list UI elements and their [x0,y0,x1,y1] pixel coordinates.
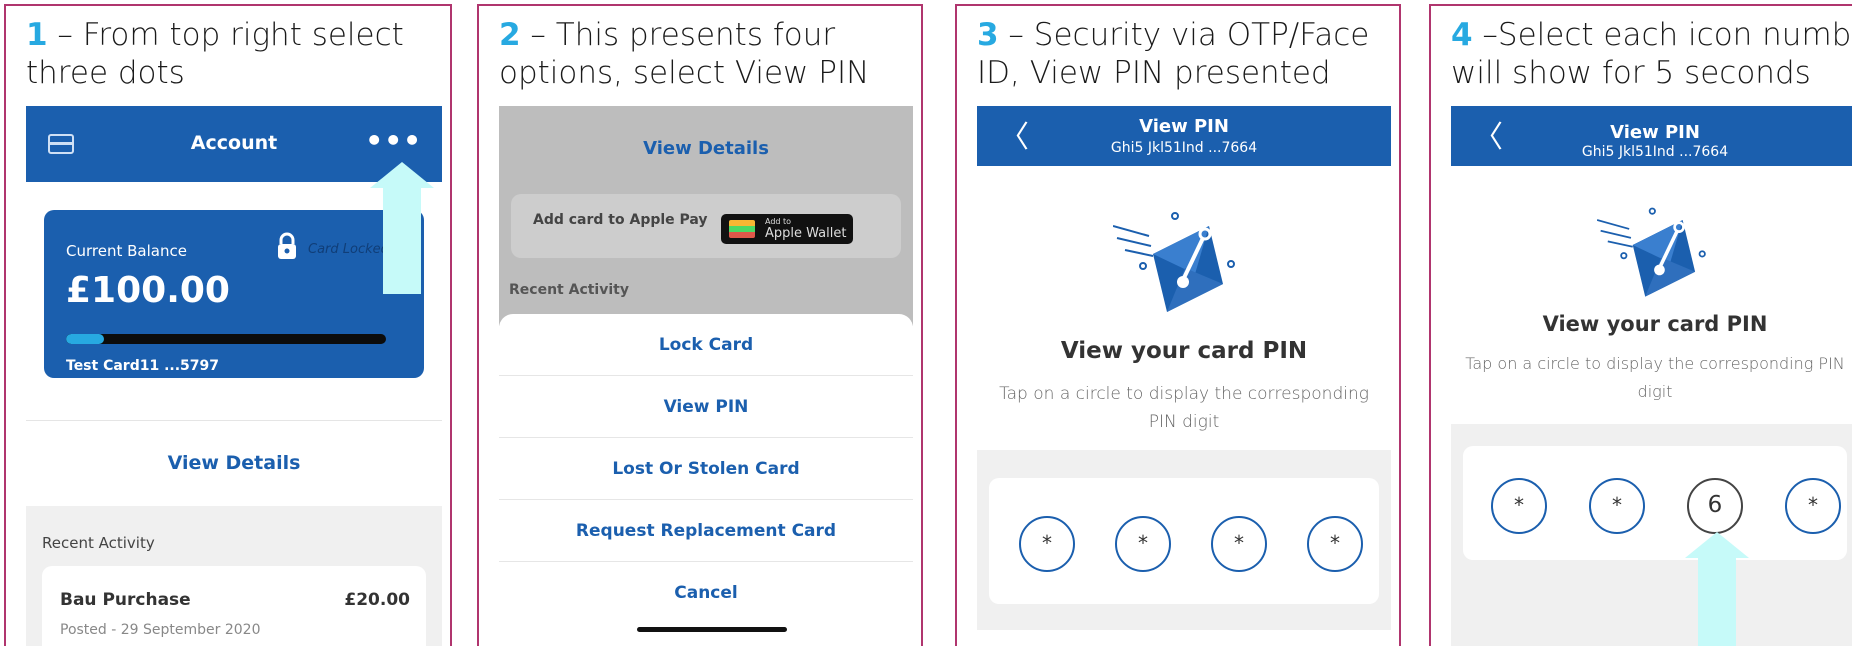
balance-progress-fill [66,334,105,344]
pin-digit-circle-4[interactable]: * [1307,516,1363,572]
step-number: 1 [26,17,48,53]
apple-pay-label: Add card to Apple Pay [533,212,708,228]
pin-digits-box: * * 6 * [1463,446,1847,560]
pin-digit-circle-1[interactable]: * [1019,516,1075,572]
recent-activity-section: Recent Activity Bau Purchase £20.00 Post… [26,506,442,646]
wallet-icon [729,220,755,238]
step-number: 4 [1451,17,1473,53]
pin-digit-circle-1[interactable]: * [1491,478,1547,534]
transaction-name: Bau Purchase [60,590,191,610]
recent-activity-heading: Recent Activity [42,534,155,552]
apple-pay-row: Add card to Apple Pay Add to Apple Walle… [511,194,901,258]
request-replacement-option[interactable]: Request Replacement Card [499,500,913,562]
transaction-posted-date: Posted - 29 September 2020 [60,622,261,638]
recent-activity-heading: Recent Activity [509,282,629,298]
view-pin-description: Tap on a circle to display the correspon… [1465,354,1845,401]
step-text-line1: – From top right select [47,17,404,53]
cancel-option[interactable]: Cancel [499,562,913,624]
balance-amount: £100.00 [66,270,230,311]
lock-card-option[interactable]: Lock Card [499,314,913,376]
view-pin-app-bar: 〈 View PIN Ghi5 Jkl51Ind ...7664 [1451,106,1852,166]
step-panel-1: 1 – From top right select three dots Acc… [4,4,452,646]
view-details-link[interactable]: View Details [26,452,442,474]
step-number: 3 [977,17,999,53]
view-pin-description: Tap on a circle to display the correspon… [999,384,1369,432]
step-panel-3: 3 – Security via OTP/Face ID, View PIN p… [955,4,1401,646]
pin-digit-circle-4[interactable]: * [1785,478,1841,534]
step-panel-2: 2 – This presents four options, select V… [477,4,923,646]
step-text-line2: will show for 5 seconds [1451,55,1811,91]
balance-progress-bar [66,334,386,344]
view-pin-heading: View your card PIN [1060,338,1308,364]
lost-or-stolen-option[interactable]: Lost Or Stolen Card [499,438,913,500]
pin-digit-circle-2[interactable]: * [1589,478,1645,534]
view-pin-title: View PIN [1139,116,1229,137]
step-caption-4: 4 –Select each icon number will show for… [1451,16,1852,92]
view-pin-app-bar: 〈 View PIN Ghi5 Jkl51Ind ...7664 [977,106,1391,166]
action-sheet: Lock Card View PIN Lost Or Stolen Card R… [499,314,913,646]
card-name: Test Card11 ...5797 [66,358,220,374]
card-options-screen: View Details Add card to Apple Pay Add t… [499,106,913,646]
dimmed-background: View Details Add card to Apple Pay Add t… [499,106,913,326]
pin-digit-circle-3[interactable]: * [1211,516,1267,572]
step-panel-4: 4 –Select each icon number will show for… [1429,4,1852,646]
view-pin-card-number: Ghi5 Jkl51Ind ...7664 [1581,144,1729,160]
balance-label: Current Balance [66,242,187,260]
wallet-big-text: Apple Wallet [765,226,847,241]
step-text-line2: options, select View PIN [499,55,870,91]
add-to-apple-wallet-button[interactable]: Add to Apple Wallet [721,214,853,244]
pin-digit-circle-2[interactable]: * [1115,516,1171,572]
view-pin-card-number: Ghi5 Jkl51Ind ...7664 [1110,140,1258,156]
step-text-line2: three dots [26,55,185,91]
view-pin-heading: View your card PIN [1542,312,1768,336]
pin-digits-area: * * * * [977,450,1391,630]
transaction-amount: £20.00 [344,590,410,610]
step-number: 2 [499,17,521,53]
arrow-pointer-up [370,162,434,294]
step-caption-1: 1 – From top right select three dots [26,16,444,92]
pin-digits-box: * * * * [989,478,1379,604]
view-pin-revealed-screen: 〈 View PIN Ghi5 Jkl51Ind ...7664 View yo… [1451,106,1852,646]
transaction-item[interactable]: Bau Purchase £20.00 Posted - 29 Septembe… [42,566,426,646]
view-pin-title: View PIN [1610,122,1700,143]
lock-icon[interactable] [276,232,298,260]
balance-card: Current Balance Card Locked £100.00 Test… [44,210,424,378]
arrow-pointer-up [1685,532,1749,646]
step-caption-3: 3 – Security via OTP/Face ID, View PIN p… [977,16,1393,92]
pin-digits-area: * * 6 * [1451,424,1852,646]
wallet-small-text: Add to [765,217,792,226]
home-indicator [637,627,787,632]
envelope-icon [1597,207,1706,297]
view-pin-screen: 〈 View PIN Ghi5 Jkl51Ind ...7664 View yo… [977,106,1391,646]
more-dots-icon[interactable]: ••• [365,124,422,157]
envelope-icon [1113,212,1235,312]
step-text-line1: – This presents four [520,17,836,53]
view-pin-option[interactable]: View PIN [499,376,913,438]
view-details-link[interactable]: View Details [499,138,913,159]
account-screen: Account ••• Current Balance Card Locked … [26,106,442,646]
step-text-line1: – Security via OTP/Face [998,17,1370,53]
pin-digit-circle-3[interactable]: 6 [1687,478,1743,534]
step-text-line2: ID, View PIN presented [977,55,1331,91]
step-text-line1: –Select each icon number [1472,17,1852,53]
step-caption-2: 2 – This presents four options, select V… [499,16,915,92]
